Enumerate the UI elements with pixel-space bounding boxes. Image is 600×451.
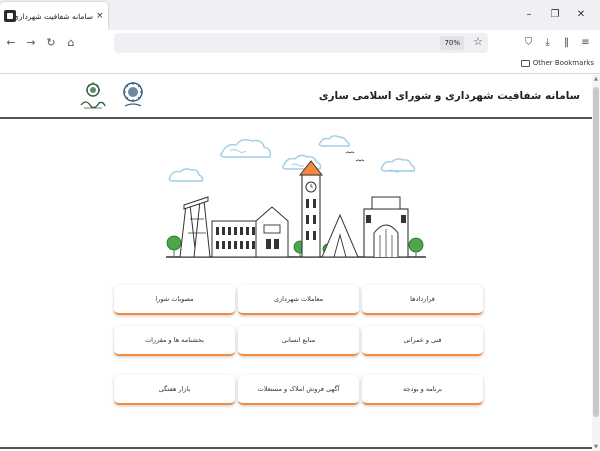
site-header: سامانه شفافیت شهرداری و شورای اسلامی سار… [0,75,592,119]
city-skyline-illustration [166,135,426,258]
municipality-emblem-icon[interactable] [120,81,146,111]
card-technical-construction[interactable]: فنی و عمرانی [362,326,483,356]
library-icon[interactable]: ‖ [560,34,573,52]
card-municipal-transactions[interactable]: معاملات شهرداری [238,285,359,315]
maximize-button[interactable]: ❐ [542,6,568,24]
close-window-button[interactable]: ✕ [568,6,594,24]
download-icon[interactable]: ⤓ [541,34,554,52]
card-contracts[interactable]: قراردادها [362,285,483,315]
bookmarks-toolbar: Other Bookmarks [0,56,600,74]
minimize-button[interactable]: – [516,6,542,24]
navigation-toolbar: ← → ↻ ⌂ 70% ☆ ⛉ ⤓ ‖ ≡ [0,30,600,56]
tab-title: سامانه شفافیت شهرداری و شورا [16,11,93,21]
page-scrollbar[interactable]: ▲ ▼ [592,75,600,451]
footer-rule [0,447,592,449]
browser-window: سامانه شفافیت شهرداری و شورا × – ❐ ✕ ← →… [0,0,600,451]
active-tab[interactable]: سامانه شفافیت شهرداری و شورا × [0,2,108,30]
card-property-sale-ads[interactable]: آگهی فروش املاک و مستغلات [238,375,359,405]
reload-icon[interactable]: ↻ [42,34,60,52]
home-icon[interactable]: ⌂ [62,34,80,52]
address-bar[interactable]: 70% ☆ [114,33,488,53]
toolbar-actions: ⛉ ⤓ ‖ ≡ [522,34,592,52]
site-favicon-icon [4,10,16,22]
site-title: سامانه شفافیت شهرداری و شورای اسلامی سار… [318,90,580,102]
card-circulars-regulations[interactable]: بخشنامه ها و مقررات [114,326,235,356]
tab-strip: سامانه شفافیت شهرداری و شورا × – ❐ ✕ [0,0,600,30]
scroll-up-icon[interactable]: ▲ [592,75,600,83]
forward-arrow-icon[interactable]: → [22,34,40,52]
card-human-resources[interactable]: منابع انسانی [238,326,359,356]
tab-close-icon[interactable]: × [96,11,104,21]
other-bookmarks-button[interactable]: Other Bookmarks [520,59,594,67]
menu-icon[interactable]: ≡ [579,34,592,52]
web-page: سامانه شفافیت شهرداری و شورای اسلامی سار… [0,75,592,451]
council-emblem-icon[interactable] [78,81,108,111]
back-arrow-icon[interactable]: ← [2,34,20,52]
bookmark-star-icon[interactable]: ☆ [473,35,483,48]
folder-icon [520,59,530,67]
window-controls: – ❐ ✕ [516,6,594,24]
zoom-level-badge[interactable]: 70% [440,36,464,50]
card-program-budget[interactable]: برنامه و بودجه [362,375,483,405]
other-bookmarks-label: Other Bookmarks [532,59,594,67]
scroll-down-icon[interactable]: ▼ [592,443,600,451]
pocket-shield-icon[interactable]: ⛉ [522,34,535,52]
scroll-thumb[interactable] [593,87,599,417]
card-council-resolutions[interactable]: مصوبات شورا [114,285,235,315]
card-weekly-market[interactable]: بازار هفتگی [114,375,235,405]
